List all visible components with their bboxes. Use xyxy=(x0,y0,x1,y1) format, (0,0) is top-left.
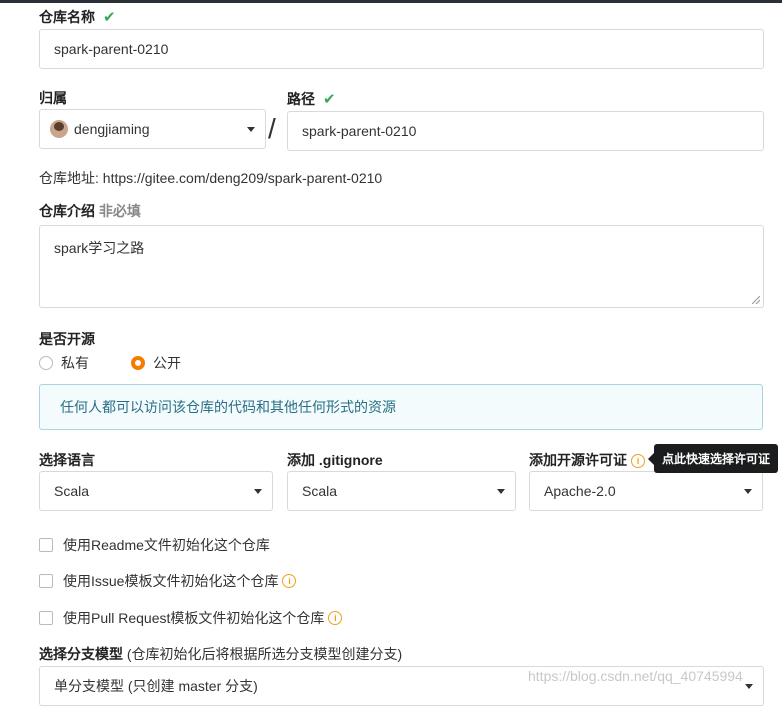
path-value: spark-parent-0210 xyxy=(302,123,417,139)
optional-tag: 非必填 xyxy=(98,203,141,219)
chevron-down-icon xyxy=(247,127,255,132)
license-label: 添加开源许可证 xyxy=(529,452,627,468)
init-issue-label: 使用Issue模板文件初始化这个仓库 xyxy=(63,573,279,589)
visibility-notice-text: 任何人都可以访问该仓库的代码和其他任何形式的资源 xyxy=(60,399,396,415)
license-value: Apache-2.0 xyxy=(544,483,616,499)
description-label-row: 仓库介绍 非必填 xyxy=(39,201,141,221)
info-icon[interactable]: i xyxy=(282,574,297,588)
radio-public[interactable]: 公开 xyxy=(131,353,181,373)
init-readme-option[interactable]: 使用Readme文件初始化这个仓库 xyxy=(39,535,270,555)
init-pr-label: 使用Pull Request模板文件初始化这个仓库 xyxy=(63,610,325,626)
radio-private[interactable]: 私有 xyxy=(39,353,89,373)
description-value: spark学习之路 xyxy=(54,240,145,256)
chevron-down-icon xyxy=(254,489,262,494)
checkbox[interactable] xyxy=(39,574,53,588)
repo-name-label-row: 仓库名称 ✔ xyxy=(39,7,116,27)
radio-public-label: 公开 xyxy=(153,355,181,371)
branch-model-hint: (仓库初始化后将根据所选分支模型创建分支) xyxy=(126,646,403,662)
init-pr-option[interactable]: 使用Pull Request模板文件初始化这个仓库 i xyxy=(39,608,343,628)
path-input[interactable]: spark-parent-0210 xyxy=(287,111,764,151)
resize-handle-icon[interactable] xyxy=(752,296,760,304)
language-select[interactable]: Scala xyxy=(39,471,273,511)
checkbox[interactable] xyxy=(39,611,53,625)
repo-name-label: 仓库名称 xyxy=(39,9,95,25)
license-select[interactable]: Apache-2.0 xyxy=(529,471,763,511)
branch-model-label-row: 选择分支模型 (仓库初始化后将根据所选分支模型创建分支) xyxy=(39,644,402,664)
gitignore-select[interactable]: Scala xyxy=(287,471,516,511)
chevron-down-icon xyxy=(497,489,505,494)
avatar xyxy=(50,120,68,138)
gitignore-label: 添加 .gitignore xyxy=(287,452,383,468)
branch-model-label: 选择分支模型 xyxy=(39,646,123,662)
info-icon[interactable]: i xyxy=(328,611,343,625)
gitignore-value: Scala xyxy=(302,483,338,499)
repo-url-value: https://gitee.com/deng209/spark-parent-0… xyxy=(102,170,383,186)
init-issue-option[interactable]: 使用Issue模板文件初始化这个仓库 i xyxy=(39,571,297,591)
repo-name-input[interactable]: spark-parent-0210 xyxy=(39,29,764,69)
owner-label: 归属 xyxy=(39,90,67,106)
license-label-row: 添加开源许可证 i xyxy=(529,450,645,470)
visibility-label: 是否开源 xyxy=(39,331,95,347)
top-bar xyxy=(0,0,782,3)
license-tooltip: 点此快速选择许可证 xyxy=(647,444,779,473)
path-label: 路径 xyxy=(287,91,315,107)
radio-selected-icon xyxy=(131,356,145,370)
checkbox[interactable] xyxy=(39,538,53,552)
visibility-notice: 任何人都可以访问该仓库的代码和其他任何形式的资源 xyxy=(39,384,763,430)
info-icon[interactable]: i xyxy=(631,454,645,469)
branch-model-value: 单分支模型 (只创建 master 分支) xyxy=(54,678,258,694)
description-textarea[interactable]: spark学习之路 xyxy=(39,225,764,308)
owner-select[interactable]: dengjiaming xyxy=(39,109,266,149)
check-icon: ✔ xyxy=(103,9,116,26)
watermark: https://blog.csdn.net/qq_40745994 xyxy=(528,668,743,684)
description-label: 仓库介绍 xyxy=(39,203,95,219)
language-value: Scala xyxy=(54,483,90,499)
chevron-down-icon xyxy=(745,684,753,689)
init-readme-label: 使用Readme文件初始化这个仓库 xyxy=(63,537,270,553)
path-label-row: 路径 ✔ xyxy=(287,89,336,109)
check-icon: ✔ xyxy=(323,91,336,108)
repo-url-row: 仓库地址: https://gitee.com/deng209/spark-pa… xyxy=(39,168,382,188)
path-separator: / xyxy=(268,113,276,144)
chevron-down-icon xyxy=(744,489,752,494)
repo-name-value: spark-parent-0210 xyxy=(54,41,169,57)
owner-value: dengjiaming xyxy=(74,121,150,137)
radio-private-label: 私有 xyxy=(61,355,89,371)
repo-url-label: 仓库地址: xyxy=(39,170,99,186)
language-label: 选择语言 xyxy=(39,452,95,468)
radio-icon xyxy=(39,356,53,370)
